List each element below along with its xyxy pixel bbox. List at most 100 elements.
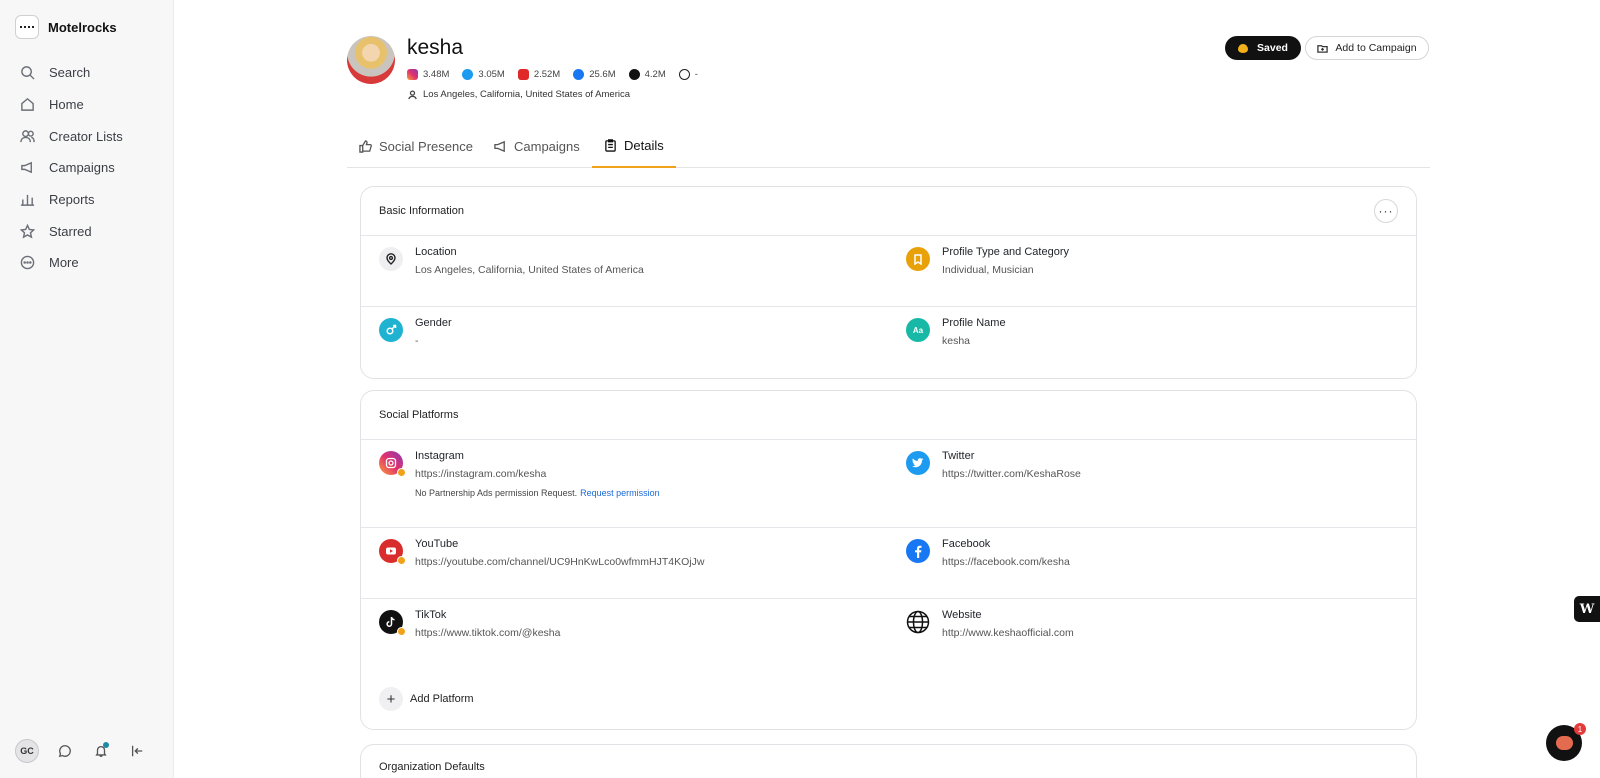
- twitter-icon: [462, 69, 474, 80]
- platform-youtube: YouTube https://youtube.com/channel/UC9H…: [379, 528, 704, 571]
- platform-label: YouTube: [415, 538, 459, 550]
- tab-campaigns[interactable]: Campaigns: [482, 125, 592, 168]
- globe-icon: [906, 610, 930, 634]
- stat-instagram[interactable]: 3.48M: [407, 69, 449, 80]
- workspace-logo: [15, 15, 39, 39]
- chat-button[interactable]: [55, 741, 75, 761]
- card-title: Basic Information: [379, 205, 464, 217]
- chat-unread-badge: 1: [1574, 723, 1586, 735]
- card-title: Organization Defaults: [379, 761, 485, 773]
- home-icon: [21, 97, 34, 111]
- heart-icon: [1238, 43, 1249, 53]
- add-to-campaign-label: Add to Campaign: [1335, 42, 1417, 54]
- sidebar-item-reports[interactable]: Reports: [0, 184, 174, 216]
- collapse-icon: [131, 745, 143, 757]
- add-to-campaign-button[interactable]: Add to Campaign: [1305, 36, 1429, 60]
- sidebar-item-campaigns[interactable]: Campaigns: [0, 152, 174, 184]
- user-avatar[interactable]: GC: [15, 739, 39, 763]
- platform-url[interactable]: https://instagram.com/kesha: [415, 465, 660, 483]
- profile-type-field: Profile Type and Category Individual, Mu…: [906, 236, 1069, 279]
- tab-label: Campaigns: [514, 139, 580, 154]
- notification-dot: [103, 742, 109, 748]
- sidebar: Motelrocks Search Home Creator Lists Cam…: [0, 0, 174, 778]
- sidebar-item-label: Starred: [49, 223, 92, 239]
- stat-website[interactable]: -: [678, 69, 698, 80]
- platform-url[interactable]: https://twitter.com/KeshaRose: [942, 465, 1081, 483]
- platform-instagram: Instagram https://instagram.com/kesha No…: [379, 440, 660, 498]
- clipboard-icon: [605, 139, 616, 152]
- sidebar-item-label: More: [49, 255, 79, 271]
- organization-defaults-card: Organization Defaults: [360, 744, 1417, 778]
- workspace-switcher[interactable]: Motelrocks: [15, 15, 117, 39]
- stat-value: 4.2M: [644, 69, 666, 80]
- stat-youtube[interactable]: 2.52M: [517, 69, 560, 80]
- tab-details[interactable]: Details: [592, 125, 676, 168]
- more-options-button[interactable]: ···: [1374, 199, 1398, 223]
- stat-value: 3.05M: [478, 69, 505, 80]
- request-permission-link[interactable]: Request permission: [580, 488, 660, 498]
- stat-facebook[interactable]: 25.6M: [573, 69, 616, 80]
- text-aa-icon: Aa: [906, 318, 930, 342]
- add-platform-button[interactable]: + Add Platform: [379, 687, 474, 711]
- info-row: Gender - Aa Profile Name kesha: [361, 307, 1416, 378]
- card-title: Social Platforms: [379, 409, 459, 421]
- sidebar-item-starred[interactable]: Starred: [0, 215, 174, 247]
- tab-social-presence[interactable]: Social Presence: [347, 125, 485, 168]
- card-header: Social Platforms: [361, 391, 1416, 440]
- add-platform-label: Add Platform: [410, 693, 474, 705]
- field-label: Profile Name: [942, 317, 1006, 329]
- field-value: kesha: [942, 335, 971, 347]
- field-value: Individual, Musician: [942, 264, 1034, 276]
- social-platforms-card: Social Platforms Instagram https://insta…: [360, 390, 1417, 730]
- platform-url[interactable]: https://facebook.com/kesha: [942, 553, 1070, 571]
- platform-label: Facebook: [942, 538, 991, 550]
- platform-row: TikTok https://www.tiktok.com/@kesha Web…: [361, 599, 1416, 730]
- instagram-icon: [379, 451, 406, 477]
- tab-label: Details: [624, 138, 664, 153]
- chat-bubble-icon: [58, 745, 71, 758]
- facebook-icon: [906, 539, 930, 563]
- chat-bubble-icon: [1555, 736, 1573, 750]
- facebook-icon: [573, 69, 585, 80]
- notifications-button[interactable]: [91, 741, 111, 761]
- megaphone-icon: [494, 140, 505, 153]
- twitter-icon: [906, 451, 930, 475]
- platform-facebook: Facebook https://facebook.com/kesha: [906, 528, 1070, 571]
- card-header: Organization Defaults: [361, 745, 1416, 778]
- sidebar-nav: Search Home Creator Lists Campaigns Repo…: [0, 57, 174, 279]
- collapse-sidebar-button[interactable]: [127, 741, 147, 761]
- platform-url[interactable]: https://youtube.com/channel/UC9HnKwLco0w…: [415, 553, 704, 571]
- sidebar-item-search[interactable]: Search: [0, 57, 174, 89]
- sidebar-item-creator-lists[interactable]: Creator Lists: [0, 120, 174, 152]
- side-widget-button[interactable]: W: [1574, 596, 1600, 622]
- sidebar-footer: GC: [15, 739, 147, 763]
- youtube-icon: [517, 69, 529, 80]
- profile-tabs: Social Presence Campaigns Details: [347, 125, 1430, 168]
- profile-location-text: Los Angeles, California, United States o…: [423, 89, 631, 100]
- profile-name: kesha: [407, 36, 464, 59]
- profile-location: Los Angeles, California, United States o…: [407, 89, 630, 100]
- sidebar-item-label: Campaigns: [49, 160, 115, 176]
- platform-row: YouTube https://youtube.com/channel/UC9H…: [361, 528, 1416, 599]
- profile-avatar: [347, 36, 395, 84]
- platform-tiktok: TikTok https://www.tiktok.com/@kesha: [379, 599, 560, 642]
- field-label: Location: [415, 246, 457, 258]
- saved-button[interactable]: Saved: [1225, 36, 1301, 60]
- card-header: Basic Information ···: [361, 187, 1416, 236]
- platform-url[interactable]: https://www.tiktok.com/@kesha: [415, 624, 560, 642]
- stat-tiktok[interactable]: 4.2M: [628, 69, 666, 80]
- platform-twitter: Twitter https://twitter.com/KeshaRose: [906, 440, 1081, 483]
- location-field: Location Los Angeles, California, United…: [379, 236, 644, 279]
- stat-twitter[interactable]: 3.05M: [462, 69, 505, 80]
- gender-icon: [379, 318, 403, 342]
- info-row: Location Los Angeles, California, United…: [361, 236, 1416, 307]
- sidebar-item-label: Reports: [49, 192, 95, 208]
- sidebar-item-label: Home: [49, 97, 84, 113]
- tab-label: Social Presence: [379, 139, 473, 154]
- globe-icon: [678, 69, 690, 80]
- sidebar-item-more[interactable]: More: [0, 247, 174, 279]
- location-pin-icon: [408, 90, 417, 100]
- status-dot: [397, 556, 406, 565]
- platform-url[interactable]: http://www.keshaofficial.com: [942, 624, 1074, 642]
- sidebar-item-home[interactable]: Home: [0, 89, 174, 121]
